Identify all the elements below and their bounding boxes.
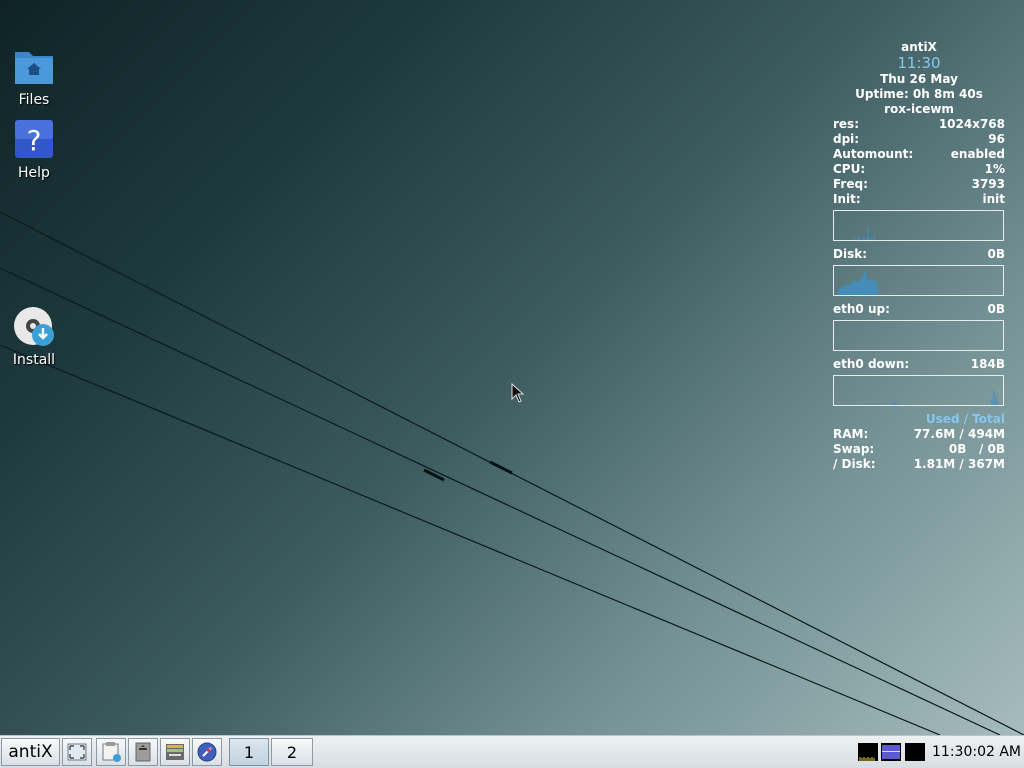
start-menu-button[interactable]: antiX xyxy=(1,738,60,766)
show-desktop-icon xyxy=(67,743,87,761)
stat-row: Freq: 3793 xyxy=(833,177,1005,191)
terminal-button[interactable] xyxy=(128,738,158,766)
cpu-graph xyxy=(833,210,1004,241)
desktop-icon-label: Install xyxy=(12,352,56,368)
memory-row-ram: RAM: 77.6M / 494M xyxy=(833,427,1005,441)
eth-down-graph xyxy=(833,375,1004,406)
stat-row: res: 1024x768 xyxy=(833,117,1005,131)
memory-row-swap: Swap: 0B / 0B xyxy=(833,442,1005,456)
desktop-icon-label: Help xyxy=(18,165,50,181)
file-manager-button[interactable] xyxy=(96,738,126,766)
taskbar: antiX 1 2 11:30:02 AM xyxy=(0,735,1024,768)
desktop-icon-install[interactable]: Install xyxy=(0,306,68,368)
stat-row: Init: init xyxy=(833,192,1005,206)
eth-down-row: eth0 down: 184B xyxy=(833,357,1005,371)
system-monitor-widget: antiX 11:30 Thu 26 May Uptime: 0h 8m 40s… xyxy=(833,40,1005,472)
file-cabinet-icon xyxy=(166,744,184,760)
session-name: rox-icewm xyxy=(884,102,954,116)
taskbar-clock[interactable]: 11:30:02 AM xyxy=(932,744,1021,760)
stat-row: Automount: enabled xyxy=(833,147,1005,161)
memory-monitor-icon[interactable] xyxy=(881,743,901,761)
memory-row-disk: / Disk: 1.81M / 367M xyxy=(833,457,1005,471)
cpu-monitor-icon[interactable] xyxy=(858,743,878,761)
help-icon: ? xyxy=(13,119,55,161)
folder-home-icon xyxy=(13,46,55,88)
file-manager-icon xyxy=(102,742,121,762)
disk-row: Disk: 0B xyxy=(833,247,1005,261)
date: Thu 26 May xyxy=(880,72,958,86)
uptime: Uptime: 0h 8m 40s xyxy=(855,87,983,101)
web-browser-button[interactable] xyxy=(192,738,222,766)
disk-graph xyxy=(833,265,1004,296)
show-desktop-button[interactable] xyxy=(62,738,92,766)
network-monitor-icon[interactable] xyxy=(905,743,925,761)
web-browser-icon xyxy=(197,742,217,762)
hostname: antiX xyxy=(901,40,937,54)
eth-up-graph xyxy=(833,320,1004,351)
install-disc-icon xyxy=(13,306,55,348)
stat-row: dpi: 96 xyxy=(833,132,1005,146)
desktop-icon-help[interactable]: ? Help xyxy=(0,119,68,181)
monitor-clock: 11:30 xyxy=(897,54,941,72)
mouse-pointer-icon xyxy=(511,382,525,407)
terminal-icon xyxy=(135,742,151,762)
desktop[interactable]: Files ? Help Install antiX 11:30 Thu 26 … xyxy=(0,0,1024,735)
file-cabinet-button[interactable] xyxy=(160,738,190,766)
memory-header: Used / Total xyxy=(925,412,1005,426)
eth-up-row: eth0 up: 0B xyxy=(833,302,1005,316)
desktop-icon-label: Files xyxy=(18,92,50,108)
workspace-2-button[interactable]: 2 xyxy=(271,738,313,766)
desktop-icon-files[interactable]: Files xyxy=(0,46,68,108)
workspace-1-button[interactable]: 1 xyxy=(229,738,269,766)
stat-row: CPU: 1% xyxy=(833,162,1005,176)
svg-text:?: ? xyxy=(27,124,42,157)
